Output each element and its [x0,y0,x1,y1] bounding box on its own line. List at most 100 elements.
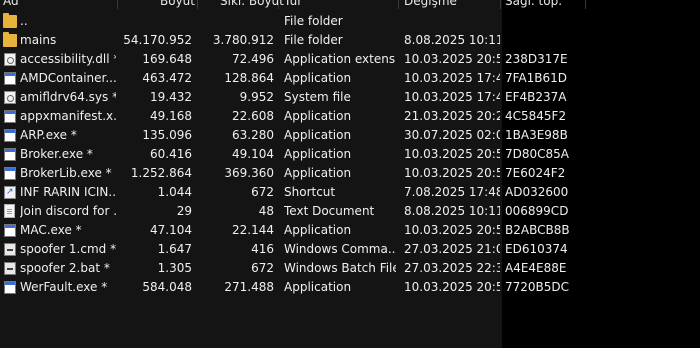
column-header-size[interactable]: Boyut [160,0,195,9]
file-name: spoofer 1.cmd * [20,242,116,256]
file-crc: 7D80C85A [505,147,570,161]
file-size: 49.168 [150,109,192,123]
column-divider[interactable] [278,0,279,9]
file-crc: 238D317E [505,52,568,66]
file-modified: 7.08.2025 17:48 [404,185,500,199]
column-header-type[interactable]: Tür [284,0,302,9]
file-packed-size: 49.104 [232,147,274,161]
file-crc: 7720B5DC [505,280,570,294]
file-crc: EF4B237A [505,90,567,104]
file-name: WerFault.exe * [20,280,108,294]
file-name: amifldrv64.sys * [20,90,116,104]
application-icon [4,167,16,180]
file-name: .. [20,14,28,28]
file-crc: B2ABCB8B [505,223,570,237]
column-divider[interactable] [398,0,399,9]
file-modified: 30.07.2025 02:06 [404,128,500,142]
file-name: accessibility.dll * [20,52,116,66]
file-type: Application [284,71,352,85]
file-size: 584.048 [142,280,192,294]
file-type: Application [284,147,352,161]
file-modified: 8.08.2025 10:11 [404,204,500,218]
file-name: ARP.exe * [20,128,77,142]
file-name: mains [20,33,57,47]
file-type: File folder [284,14,343,28]
file-packed-size: 72.496 [232,52,274,66]
batch-file-icon [4,243,16,256]
file-row[interactable]: Join discord for ... 29 48 Text Document 8.0… [0,202,700,221]
file-type: Windows Batch File [284,261,396,275]
file-modified: 10.03.2025 17:46 [404,71,500,85]
file-size: 1.252.864 [130,166,192,180]
file-type: Text Document [284,204,375,218]
column-divider[interactable] [585,0,586,9]
file-name: MAC.exe * [20,223,82,237]
file-name: INF RARIN ICIN... [20,185,116,199]
file-modified: 10.03.2025 17:46 [404,90,500,104]
application-icon [4,148,16,161]
file-packed-size: 128.864 [224,71,274,85]
file-row[interactable]: amifldrv64.sys * 19.432 9.952 System file 10… [0,88,700,107]
file-modified: 10.03.2025 20:55 [404,166,500,180]
file-name: Broker.exe * [20,147,93,161]
file-row[interactable]: mains 54.170.952 3.780.912 File folder 8.08.… [0,31,700,50]
file-type: Shortcut [284,185,336,199]
application-icon [4,281,16,294]
file-crc: 006899CD [505,204,569,218]
column-divider[interactable] [117,0,118,9]
file-size: 1.305 [157,261,192,275]
column-header-packed-size[interactable]: Sıkı. Boyut [220,0,284,9]
settings-file-icon [4,53,16,66]
file-row[interactable]: accessibility.dll * 169.648 72.496 Applicat… [0,50,700,69]
column-header-name[interactable]: Ad [3,0,19,9]
application-icon [4,129,16,142]
file-packed-size: 369.360 [224,166,274,180]
file-size: 1.647 [157,242,192,256]
column-header: Ad Boyut Sıkı. Boyut Tür Değişme Sağl. t… [0,0,700,9]
file-row[interactable]: WerFault.exe * 584.048 271.488 Application 1… [0,278,700,297]
file-size: 135.096 [142,128,192,142]
file-packed-size: 9.952 [239,90,274,104]
file-crc: 1BA3E98B [505,128,568,142]
file-name: AMDContainer.... [20,71,116,85]
file-packed-size: 22.608 [232,109,274,123]
file-packed-size: 271.488 [224,280,274,294]
batch-file-icon [4,262,16,275]
file-packed-size: 48 [258,204,274,218]
folder-icon [3,13,17,28]
file-packed-size: 22.144 [232,223,274,237]
column-header-crc[interactable]: Sağl. top. [505,0,562,9]
file-crc: ED610374 [505,242,568,256]
column-divider[interactable] [500,0,501,9]
column-divider[interactable] [197,0,198,9]
application-icon [4,72,16,85]
file-packed-size: 672 [251,261,274,275]
file-list: .. File folder mains 54.170.952 3.780.912 Fil… [0,12,700,297]
file-row[interactable]: spoofer 1.cmd * 1.647 416 Windows Comma... 2… [0,240,700,259]
file-row[interactable]: .. File folder [0,12,700,31]
file-type: Windows Comma... [284,242,396,256]
file-row[interactable]: spoofer 2.bat * 1.305 672 Windows Batch Fil… [0,259,700,278]
file-crc: AD032600 [505,185,569,199]
file-row[interactable]: ARP.exe * 135.096 63.280 Application 30.07.2… [0,126,700,145]
file-type: Application [284,128,352,142]
file-packed-size: 672 [251,185,274,199]
file-row[interactable]: Broker.exe * 60.416 49.104 Application 10.03… [0,145,700,164]
file-name: appxmanifest.x... [20,109,116,123]
file-modified: 10.03.2025 20:55 [404,280,500,294]
file-crc: A4E4E88E [505,261,567,275]
file-row[interactable]: AMDContainer.... 463.472 128.864 Applicatio… [0,69,700,88]
file-row[interactable]: appxmanifest.x... 49.168 22.608 Application… [0,107,700,126]
file-type: File folder [284,33,343,47]
file-type: System file [284,90,351,104]
file-packed-size: 3.780.912 [212,33,274,47]
column-header-modified[interactable]: Değişme [404,0,457,9]
file-row[interactable]: INF RARIN ICIN... 1.044 672 Shortcut 7.08.20… [0,183,700,202]
file-size: 19.432 [150,90,192,104]
file-row[interactable]: MAC.exe * 47.104 22.144 Application 10.03.20… [0,221,700,240]
file-modified: 10.03.2025 20:58 [404,52,500,66]
file-size: 169.648 [142,52,192,66]
file-row[interactable]: BrokerLib.exe * 1.252.864 369.360 Applicati… [0,164,700,183]
file-name: BrokerLib.exe * [20,166,112,180]
file-modified: 27.03.2025 22:34 [404,261,500,275]
